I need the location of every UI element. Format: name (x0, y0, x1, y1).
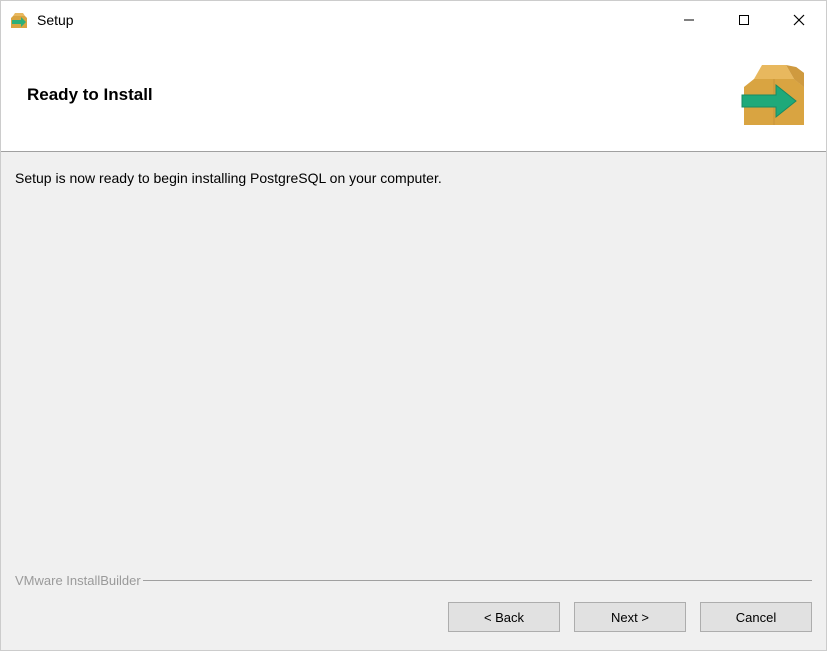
back-button[interactable]: < Back (448, 602, 560, 632)
next-button[interactable]: Next > (574, 602, 686, 632)
close-button[interactable] (771, 1, 826, 39)
titlebar: Setup (1, 1, 826, 39)
wizard-box-arrow-icon (734, 59, 814, 131)
ready-message: Setup is now ready to begin installing P… (15, 170, 812, 186)
footer-divider: VMware InstallBuilder (15, 573, 812, 588)
footer-brand: VMware InstallBuilder (15, 573, 143, 588)
maximize-button[interactable] (716, 1, 771, 39)
minimize-button[interactable] (661, 1, 716, 39)
window-title: Setup (37, 12, 661, 28)
wizard-header: Ready to Install (1, 39, 826, 152)
divider-line (143, 580, 812, 581)
window-controls (661, 1, 826, 39)
page-title: Ready to Install (27, 85, 153, 105)
wizard-footer: VMware InstallBuilder < Back Next > Canc… (1, 563, 826, 650)
cancel-button[interactable]: Cancel (700, 602, 812, 632)
wizard-content: Setup is now ready to begin installing P… (1, 152, 826, 563)
app-icon (9, 10, 29, 30)
button-row: < Back Next > Cancel (15, 602, 812, 632)
